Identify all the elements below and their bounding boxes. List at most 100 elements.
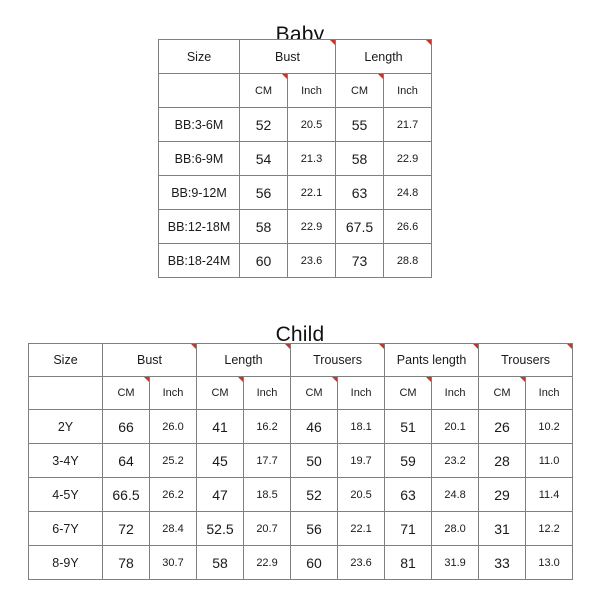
- row-value-cell: 20.1: [431, 409, 480, 444]
- row-value-cell: 23.6: [337, 545, 386, 580]
- header-group-length: Length: [335, 39, 433, 74]
- row-value-cell: 29: [478, 477, 527, 512]
- row-value-cell: 24.8: [431, 477, 480, 512]
- table-row: BB:3-6M 52 20.5 55 21.7: [158, 107, 433, 142]
- row-size-label: 6-7Y: [28, 511, 103, 546]
- row-value-cell: 11.0: [525, 443, 574, 478]
- table-row: 4-5Y 66.5 26.2 47 18.5 52 20.5 63 24.8 29 11.4: [28, 477, 574, 512]
- row-value-cell: 21.3: [286, 141, 337, 176]
- row-value-cell: 10.2: [525, 409, 574, 444]
- row-value-cell: 63: [335, 175, 385, 210]
- row-value-cell: 28: [478, 443, 527, 478]
- row-value-cell: 45: [196, 443, 245, 478]
- row-value-cell: 33: [478, 545, 527, 580]
- row-value-cell: 52: [239, 107, 288, 142]
- row-value-cell: 50: [290, 443, 339, 478]
- row-value-cell: 31: [478, 511, 527, 546]
- row-value-cell: 67.5: [335, 209, 385, 244]
- header-unit-inch-3: Inch: [383, 73, 433, 108]
- row-value-cell: 22.9: [243, 545, 292, 580]
- row-value-cell: 21.7: [383, 107, 433, 142]
- row-value-cell: 12.2: [525, 511, 574, 546]
- row-value-cell: 19.7: [337, 443, 386, 478]
- header-unit-row: CM Inch CM Inch: [158, 73, 433, 108]
- row-value-cell: 28.8: [383, 243, 433, 278]
- row-value-cell: 81: [384, 545, 433, 580]
- header-unit-inch-9: Inch: [525, 376, 574, 410]
- header-unit-cm-2: CM: [335, 73, 385, 108]
- row-value-cell: 54: [239, 141, 288, 176]
- row-value-cell: 31.9: [431, 545, 480, 580]
- header-unit-inch-5: Inch: [337, 376, 386, 410]
- row-value-cell: 20.5: [286, 107, 337, 142]
- row-value-cell: 26.2: [148, 477, 198, 512]
- row-value-cell: 16.2: [243, 409, 292, 444]
- header-size-label: Size: [28, 343, 103, 377]
- row-value-cell: 60: [239, 243, 288, 278]
- row-value-cell: 11.4: [525, 477, 574, 512]
- row-value-cell: 13.0: [525, 545, 574, 580]
- row-value-cell: 28.0: [431, 511, 480, 546]
- header-group-row: Size Bust Length: [158, 39, 433, 74]
- row-value-cell: 63: [384, 477, 433, 512]
- header-unit-cm-0: CM: [102, 376, 150, 410]
- row-value-cell: 20.5: [337, 477, 386, 512]
- row-value-cell: 46: [290, 409, 339, 444]
- row-value-cell: 28.4: [148, 511, 198, 546]
- table-row: BB:12-18M 58 22.9 67.5 26.6: [158, 209, 433, 244]
- row-value-cell: 64: [102, 443, 150, 478]
- row-size-label: BB:12-18M: [158, 209, 240, 244]
- table-row: 8-9Y 78 30.7 58 22.9 60 23.6 81 31.9 33 13.0: [28, 545, 574, 580]
- header-group-pants-length: Pants length: [384, 343, 480, 377]
- row-value-cell: 20.7: [243, 511, 292, 546]
- row-size-label: BB:18-24M: [158, 243, 240, 278]
- row-value-cell: 51: [384, 409, 433, 444]
- row-value-cell: 58: [239, 209, 288, 244]
- row-value-cell: 26.0: [148, 409, 198, 444]
- header-unit-inch-7: Inch: [431, 376, 480, 410]
- child-size-table-container: Size Bust Length Trousers Pants length Trouse…: [28, 343, 574, 580]
- child-size-table: Size Bust Length Trousers Pants length Trouse…: [28, 343, 574, 580]
- row-size-label: 8-9Y: [28, 545, 103, 580]
- row-value-cell: 23.2: [431, 443, 480, 478]
- row-value-cell: 24.8: [383, 175, 433, 210]
- row-value-cell: 73: [335, 243, 385, 278]
- header-size-spacer: [28, 376, 103, 410]
- row-value-cell: 41: [196, 409, 245, 444]
- row-value-cell: 17.7: [243, 443, 292, 478]
- row-value-cell: 66: [102, 409, 150, 444]
- row-value-cell: 58: [196, 545, 245, 580]
- row-size-label: BB:9-12M: [158, 175, 240, 210]
- header-group-length: Length: [196, 343, 292, 377]
- table-row: 6-7Y 72 28.4 52.5 20.7 56 22.1 71 28.0 31 12.2: [28, 511, 574, 546]
- header-group-trousers: Trousers: [290, 343, 386, 377]
- row-value-cell: 56: [290, 511, 339, 546]
- row-value-cell: 78: [102, 545, 150, 580]
- row-value-cell: 55: [335, 107, 385, 142]
- row-value-cell: 59: [384, 443, 433, 478]
- row-value-cell: 56: [239, 175, 288, 210]
- row-value-cell: 22.9: [383, 141, 433, 176]
- header-group-row: Size Bust Length Trousers Pants length Trouse…: [28, 343, 574, 377]
- row-value-cell: 58: [335, 141, 385, 176]
- header-unit-cm-6: CM: [384, 376, 433, 410]
- row-size-label: BB:3-6M: [158, 107, 240, 142]
- table-row: BB:9-12M 56 22.1 63 24.8: [158, 175, 433, 210]
- row-value-cell: 30.7: [148, 545, 198, 580]
- row-value-cell: 25.2: [148, 443, 198, 478]
- table-row: BB:6-9M 54 21.3 58 22.9: [158, 141, 433, 176]
- header-size-spacer: [158, 73, 240, 108]
- header-group-bust: Bust: [238, 39, 337, 74]
- table-row: BB:18-24M 60 23.6 73 28.8: [158, 243, 433, 278]
- row-size-label: 2Y: [28, 409, 103, 444]
- table-row: 2Y 66 26.0 41 16.2 46 18.1 51 20.1 26 10.2: [28, 409, 574, 444]
- row-value-cell: 18.5: [243, 477, 292, 512]
- header-unit-inch-3: Inch: [243, 376, 292, 410]
- header-unit-cm-4: CM: [290, 376, 339, 410]
- row-value-cell: 52: [290, 477, 339, 512]
- row-value-cell: 72: [102, 511, 150, 546]
- row-size-label: 3-4Y: [28, 443, 103, 478]
- header-group-trousers: Trousers: [478, 343, 574, 377]
- header-unit-cm-0: CM: [239, 73, 288, 108]
- row-value-cell: 71: [384, 511, 433, 546]
